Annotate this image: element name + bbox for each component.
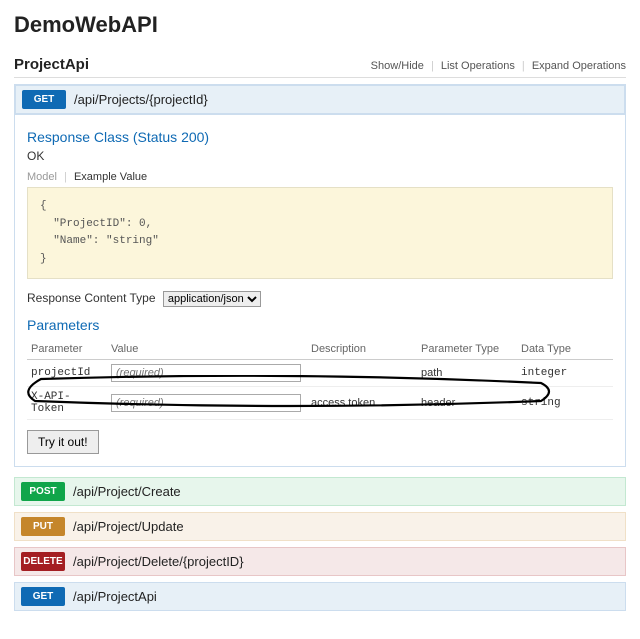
col-parameter: Parameter: [27, 339, 107, 360]
param-value-input-xapitoken[interactable]: [111, 394, 301, 412]
col-data-type: Data Type: [517, 339, 613, 360]
parameters-table: Parameter Value Description Parameter Ty…: [27, 339, 613, 420]
show-hide-link[interactable]: Show/Hide: [371, 60, 424, 72]
expand-operations-link[interactable]: Expand Operations: [532, 60, 626, 72]
param-name: X-API-Token: [27, 387, 107, 420]
divider: |: [431, 60, 434, 72]
param-description: [307, 360, 417, 387]
param-name: projectId: [27, 360, 107, 387]
api-section-name[interactable]: ProjectApi: [14, 56, 89, 73]
operation-header-put-update[interactable]: PUT /api/Project/Update: [14, 512, 626, 541]
http-method-badge: PUT: [21, 517, 65, 536]
divider: |: [522, 60, 525, 72]
example-value-tab[interactable]: Example Value: [74, 171, 147, 183]
http-method-badge: GET: [22, 90, 66, 109]
param-datatype: integer: [517, 360, 613, 387]
response-class-heading: Response Class (Status 200): [27, 129, 613, 145]
api-header-links: Show/Hide | List Operations | Expand Ope…: [371, 60, 626, 72]
try-it-out-button[interactable]: Try it out!: [27, 430, 99, 454]
http-method-badge: GET: [21, 587, 65, 606]
operation-path: /api/Project/Create: [73, 484, 181, 499]
page-title: DemoWebAPI: [14, 12, 626, 38]
example-value-box[interactable]: { "ProjectID": 0, "Name": "string" }: [27, 187, 613, 279]
response-content-type-label: Response Content Type: [27, 291, 156, 305]
operation-header-get-projects[interactable]: GET /api/Projects/{projectId}: [15, 85, 625, 114]
list-operations-link[interactable]: List Operations: [441, 60, 515, 72]
parameters-heading: Parameters: [27, 317, 613, 333]
response-content-type-select[interactable]: application/json: [163, 291, 261, 307]
operation-path: /api/Project/Delete/{projectID}: [73, 554, 244, 569]
table-row: X-API-Token access token header string: [27, 387, 613, 420]
param-value-input-projectid[interactable]: [111, 364, 301, 382]
response-status-text: OK: [27, 149, 613, 163]
col-value: Value: [107, 339, 307, 360]
operation-path: /api/ProjectApi: [73, 589, 157, 604]
col-description: Description: [307, 339, 417, 360]
param-type: path: [417, 360, 517, 387]
operation-header-get-projectapi[interactable]: GET /api/ProjectApi: [14, 582, 626, 611]
http-method-badge: POST: [21, 482, 65, 501]
param-type: header: [417, 387, 517, 420]
operation-header-delete[interactable]: DELETE /api/Project/Delete/{projectID}: [14, 547, 626, 576]
operation-path: /api/Project/Update: [73, 519, 184, 534]
param-description: access token: [307, 387, 417, 420]
operation-path: /api/Projects/{projectId}: [74, 92, 208, 107]
operation-header-post-create[interactable]: POST /api/Project/Create: [14, 477, 626, 506]
model-tab[interactable]: Model: [27, 171, 57, 183]
http-method-badge: DELETE: [21, 552, 65, 571]
param-datatype: string: [517, 387, 613, 420]
divider: |: [64, 171, 67, 183]
col-param-type: Parameter Type: [417, 339, 517, 360]
table-row: projectId path integer: [27, 360, 613, 387]
